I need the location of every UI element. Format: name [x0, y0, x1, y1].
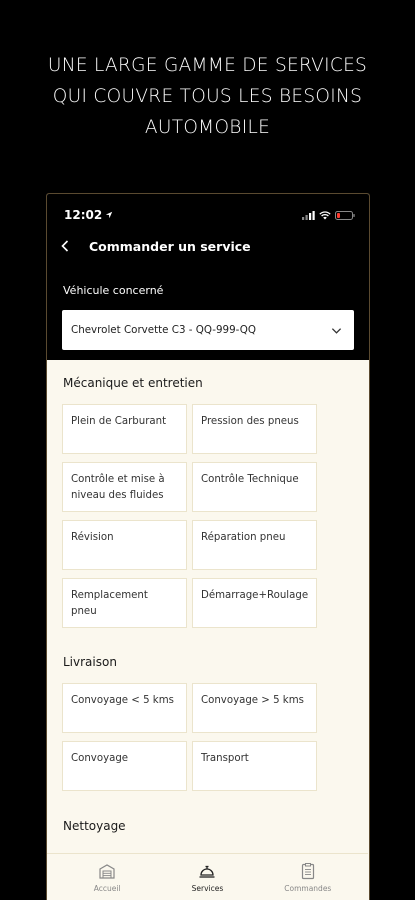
- tab-label: Accueil: [93, 884, 121, 893]
- chevron-left-icon: [61, 240, 69, 252]
- service-card[interactable]: Réparation pneu: [192, 520, 317, 570]
- tab-label: Commandes: [284, 884, 332, 893]
- clipboard-icon: [301, 863, 314, 880]
- nav-bar: Commander un service: [61, 237, 355, 255]
- service-card[interactable]: Remplacement pneu: [62, 578, 187, 628]
- section-title-mecanique: Mécanique et entretien: [63, 376, 203, 390]
- header-area: 12:02 Commander un service Véhicule conc…: [47, 194, 369, 360]
- service-grid-mecanique: Plein de Carburant Pression des pneus Co…: [62, 404, 369, 628]
- service-card[interactable]: Plein de Carburant: [62, 404, 187, 454]
- wifi-icon: [319, 210, 331, 219]
- service-card[interactable]: Convoyage < 5 kms: [62, 683, 187, 733]
- tab-commandes[interactable]: Commandes: [263, 862, 353, 900]
- service-card[interactable]: Révision: [62, 520, 187, 570]
- services-content: Mécanique et entretien Plein de Carburan…: [47, 360, 369, 833]
- service-grid-livraison: Convoyage < 5 kms Convoyage > 5 kms Conv…: [62, 683, 369, 791]
- page-title: Commander un service: [89, 238, 251, 254]
- location-arrow-icon: [106, 211, 113, 219]
- back-button[interactable]: [61, 237, 75, 255]
- service-bell-icon: [199, 865, 215, 878]
- status-bar: 12:02: [64, 207, 355, 223]
- vehicle-select[interactable]: Chevrolet Corvette C3 - QQ-999-QQ: [62, 310, 354, 350]
- phone-screen: 12:02 Commander un service Véhicule conc…: [46, 193, 370, 900]
- tab-label: Services: [191, 884, 224, 893]
- service-card[interactable]: Transport: [192, 741, 317, 791]
- chevron-down-icon: [331, 327, 342, 334]
- service-card[interactable]: Pression des pneus: [192, 404, 317, 454]
- battery-icon: [335, 210, 355, 220]
- promo-line: QUI COUVRE TOUS LES BESOINS: [52, 86, 363, 107]
- tab-bar: Accueil Services Commandes: [47, 853, 368, 900]
- service-card[interactable]: Contrôle Technique: [192, 462, 317, 512]
- status-time: 12:02: [64, 208, 113, 222]
- vehicle-select-value: Chevrolet Corvette C3 - QQ-999-QQ: [71, 324, 256, 336]
- vehicle-label: Véhicule concerné: [63, 284, 164, 297]
- service-card[interactable]: Convoyage > 5 kms: [192, 683, 317, 733]
- signal-icon: [302, 210, 315, 220]
- service-card[interactable]: Convoyage: [62, 741, 187, 791]
- garage-icon: [99, 864, 115, 879]
- service-card[interactable]: Démarrage+Roulage: [192, 578, 317, 628]
- promo-line: UNE LARGE GAMME DE SERVICES: [47, 55, 368, 76]
- section-title-livraison: Livraison: [63, 655, 117, 669]
- status-icons: [302, 210, 355, 220]
- promo-line: AUTOMOBILE: [144, 117, 271, 138]
- service-card[interactable]: Contrôle et mise à niveau des fluides: [62, 462, 187, 512]
- tab-services[interactable]: Services: [162, 862, 252, 900]
- tab-accueil[interactable]: Accueil: [62, 862, 152, 900]
- section-title-nettoyage: Nettoyage: [63, 819, 126, 833]
- promo-headline: UNE LARGE GAMME DE SERVICES QUI COUVRE T…: [0, 50, 415, 143]
